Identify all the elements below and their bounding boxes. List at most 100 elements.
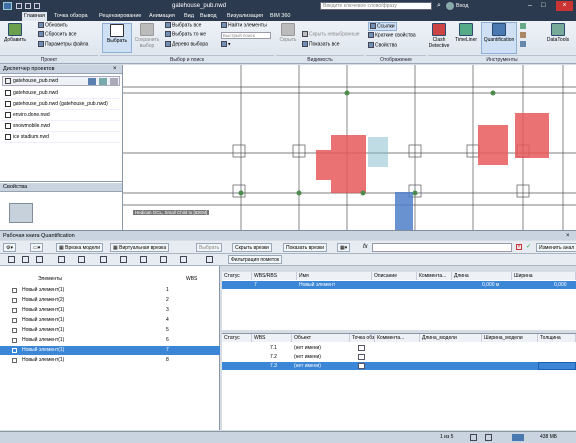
viewpoint-camera-icon[interactable] [358,354,365,360]
filter-markers-button[interactable]: Фильтрация пометок [228,255,283,264]
reset-all-button[interactable]: Сбросить все [38,31,77,38]
options-icon[interactable] [110,78,118,85]
expand-icon[interactable] [12,288,17,293]
grid2-header-object[interactable]: Объект [292,334,350,342]
sign-in-link[interactable]: Вход [456,2,468,10]
model-viewport[interactable]: Hedican OCL, Small Child to [IDEM] [123,65,576,230]
grid2-row[interactable]: 7.1 (нет имени) [222,344,576,352]
grid2-header-model-width[interactable]: Ширина_модели [482,334,538,342]
scripter-icon[interactable] [520,32,526,38]
select-qty-button[interactable]: Выбрать [196,243,223,252]
prev-page-icon[interactable] [470,434,477,441]
properties-button[interactable]: Свойства [368,42,397,49]
find-items-button[interactable]: Найти элементы [221,22,267,29]
polyline-icon[interactable] [120,256,127,263]
open-icon[interactable] [16,3,22,9]
settings-button[interactable]: ⚙▾ [3,243,16,252]
viewpoint-camera-icon[interactable] [358,345,365,351]
minimize-button[interactable]: – [528,2,532,10]
list-view-icon[interactable] [88,78,96,85]
close-icon[interactable]: × [113,66,117,72]
catalog-icon[interactable] [36,256,43,263]
select-same-button[interactable]: Выбрать то же [165,31,206,38]
tab-viewpoint[interactable]: Точка обзора [52,12,90,21]
tab-view[interactable]: Вид [182,12,196,21]
file-params-button[interactable]: Параметры файла [38,41,88,48]
expand-icon[interactable] [12,318,17,323]
select-all-button[interactable]: Выбрать все [165,22,201,29]
hide-cuts-button[interactable]: Скрыть врезки [232,243,272,252]
grid2-header-comment[interactable]: Коммента... [375,334,420,342]
formula-input[interactable] [372,243,512,252]
tree-row[interactable]: Новый элемент(1) 7 [0,346,220,355]
tree-row[interactable]: Новый элемент(1) 4 [0,316,220,325]
delete-icon[interactable] [58,256,65,263]
hide-markers-icon[interactable] [206,256,213,263]
user-icon[interactable] [446,2,454,10]
project-file-item[interactable]: enviro.done.nwd [2,110,120,121]
expand-icon[interactable] [12,298,17,303]
check-icon[interactable]: ✓ [526,244,531,250]
project-file-item[interactable]: snowmobile.nwd [2,121,120,132]
grid2-row[interactable]: 7.3 (нет имени) [222,362,576,370]
app-logo-icon[interactable] [3,2,12,10]
cancel-icon[interactable]: × [516,244,522,250]
undo-icon[interactable] [34,3,40,9]
viewpoint-camera-icon[interactable] [358,363,365,369]
close-button[interactable]: × [556,1,573,11]
tree-row[interactable]: Новый элемент(1) 6 [0,336,220,345]
clash-detective-button[interactable]: Clash Detective [428,23,450,49]
grid1-header-wbs[interactable]: WBS/RBS [252,272,297,280]
group-tools[interactable]: Инструменты [428,55,576,63]
model-cut-button[interactable]: ▦ Врезка модели [56,243,104,252]
group-visibility[interactable]: Видимость [276,55,364,63]
hide-unselected-button[interactable]: Скрыть невыбранные [302,31,360,38]
project-file-item[interactable]: gatehouse_pub.nwd [2,88,120,99]
appearance-icon[interactable] [520,41,526,47]
quantification-button[interactable]: Quantification [481,22,517,54]
count-icon[interactable] [160,256,167,263]
tree-row[interactable]: Новый элемент(1) 3 [0,306,220,315]
grid1-header-length[interactable]: Длина [452,272,512,280]
grid1-header-status[interactable]: Статус [222,272,252,280]
save-selection-button[interactable]: Сохранить выбор [134,23,160,49]
tree-row[interactable]: Новый элемент(1) 5 [0,326,220,335]
tree-header-items[interactable]: Элементы [38,275,62,284]
refresh-button[interactable]: Обновить [38,22,68,29]
next-page-icon[interactable] [485,434,492,441]
expand-icon[interactable] [12,348,17,353]
grid1-header-name[interactable]: Имя [297,272,372,280]
show-cuts-button[interactable]: Показать врезки [283,243,328,252]
grid2-header-viewpoint[interactable]: Точка обз... [350,334,375,342]
project-file-item[interactable]: gatehouse_pub.nwd (gatehouse_pub.nwd) [2,99,120,110]
virtual-cut-button[interactable]: ▦ Виртуальная врезка [110,243,170,252]
table-button[interactable]: ▦▾ [337,243,351,252]
new-group-icon[interactable] [22,256,29,263]
area-icon[interactable] [140,256,147,263]
quick-props-button[interactable]: Краткие свойства [368,32,416,39]
tab-output[interactable]: Вывод [198,12,219,21]
select-button[interactable]: Выбрать [102,23,132,53]
import-icon[interactable] [100,256,107,263]
grid1-header-comment[interactable]: Коммента... [417,272,452,280]
tab-bim360[interactable]: BIM 360 [268,12,292,21]
grid2-header-status[interactable]: Статус [222,334,252,342]
group-project[interactable]: Проект [0,55,98,63]
erase-icon[interactable] [180,256,187,263]
tab-animation[interactable]: Анимация [147,12,177,21]
panel-close-icon[interactable]: × [566,231,570,241]
quick-find-input[interactable]: Быстрый поиск [221,32,271,39]
links-button[interactable]: Ссылки [368,22,397,32]
tab-review[interactable]: Рецензирование [97,12,143,21]
grid1-header-desc[interactable]: Описание [372,272,417,280]
expand-icon[interactable] [12,328,17,333]
tree-row[interactable]: Новый элемент(2) 2 [0,296,220,305]
show-all-button[interactable]: Показать все [302,41,340,48]
grid1-selected-row[interactable] [222,281,576,289]
tab-render[interactable]: Визуализация [225,12,265,21]
expand-icon[interactable] [12,338,17,343]
grid2-header-model-length[interactable]: Длина_модели [420,334,482,342]
view-button[interactable]: ▭▾ [30,243,44,252]
group-display[interactable]: Отображение [366,55,426,63]
expand-icon[interactable] [12,308,17,313]
